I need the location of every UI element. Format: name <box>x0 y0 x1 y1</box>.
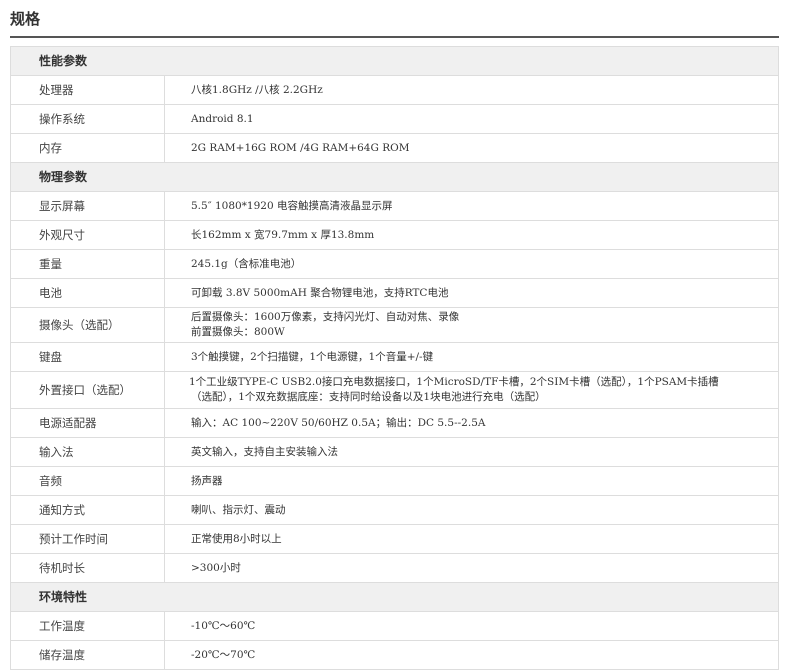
row-value: 245.1g（含标准电池） <box>164 249 779 279</box>
section-header-environment: 环境特性 <box>10 582 779 612</box>
table-row: 音频 扬声器 <box>10 466 779 496</box>
table-row: 外观尺寸 长162mm x 宽79.7mm x 厚13.8mm <box>10 220 779 250</box>
row-label: 输入法 <box>10 437 165 467</box>
row-label: 电池 <box>10 278 165 308</box>
row-value: 可卸载 3.8V 5000mAH 聚合物锂电池，支持RTC电池 <box>164 278 779 308</box>
row-label: 键盘 <box>10 342 165 372</box>
section-header-performance: 性能参数 <box>10 46 779 76</box>
table-row: 重量 245.1g（含标准电池） <box>10 249 779 279</box>
row-value: 长162mm x 宽79.7mm x 厚13.8mm <box>164 220 779 250</box>
section-heading: 物理参数 <box>10 162 779 192</box>
row-label: 显示屏幕 <box>10 191 165 221</box>
row-value-line: 后置摄像头：1600万像素，支持闪光灯、自动对焦、录像 <box>191 311 460 323</box>
table-row: 操作系统 Android 8.1 <box>10 104 779 134</box>
row-value: 正常使用8小时以上 <box>164 524 779 554</box>
table-row: 输入法 英文输入，支持自主安装输入法 <box>10 437 779 467</box>
row-value-line: 前置摄像头：800W <box>191 326 285 338</box>
row-value: 英文输入，支持自主安装输入法 <box>164 437 779 467</box>
row-label: 操作系统 <box>10 104 165 134</box>
row-value: Android 8.1 <box>164 104 779 134</box>
row-value: 输入：AC 100~220V 50/60HZ 0.5A；输出：DC 5.5--2… <box>164 408 779 438</box>
row-label: 处理器 <box>10 75 165 105</box>
title-divider <box>10 36 779 38</box>
row-value: -10℃～60℃ <box>164 611 779 641</box>
page-title: 规格 <box>10 10 41 28</box>
row-value: 扬声器 <box>164 466 779 496</box>
table-row: 电池 可卸载 3.8V 5000mAH 聚合物锂电池，支持RTC电池 <box>10 278 779 308</box>
row-label: 电源适配器 <box>10 408 165 438</box>
section-heading: 环境特性 <box>10 582 779 612</box>
row-value: >300小时 <box>164 553 779 583</box>
spec-table: 性能参数 处理器 八核1.8GHz /八核 2.2GHz 操作系统 Androi… <box>10 46 779 670</box>
section-heading: 性能参数 <box>10 46 779 76</box>
table-row: 工作温度 -10℃～60℃ <box>10 611 779 641</box>
spec-page: 规格 性能参数 处理器 八核1.8GHz /八核 2.2GHz 操作系统 And… <box>0 0 790 670</box>
row-label: 待机时长 <box>10 553 165 583</box>
table-row: 电源适配器 输入：AC 100~220V 50/60HZ 0.5A；输出：DC … <box>10 408 779 438</box>
row-label: 储存温度 <box>10 640 165 670</box>
row-value-line: 1个工业级TYPE-C USB2.0接口充电数据接口，1个MicroSD/TF卡… <box>189 376 719 388</box>
table-row: 待机时长 >300小时 <box>10 553 779 583</box>
row-value: 3个触摸键，2个扫描键，1个电源键，1个音量+/-键 <box>164 342 779 372</box>
table-row: 处理器 八核1.8GHz /八核 2.2GHz <box>10 75 779 105</box>
row-value: 八核1.8GHz /八核 2.2GHz <box>164 75 779 105</box>
table-row: 显示屏幕 5.5″ 1080*1920 电容触摸高清液晶显示屏 <box>10 191 779 221</box>
row-value: 2G RAM+16G ROM /4G RAM+64G ROM <box>164 133 779 163</box>
table-row: 内存 2G RAM+16G ROM /4G RAM+64G ROM <box>10 133 779 163</box>
row-label: 外观尺寸 <box>10 220 165 250</box>
row-label: 摄像头（选配） <box>10 307 165 343</box>
row-value: 5.5″ 1080*1920 电容触摸高清液晶显示屏 <box>164 191 779 221</box>
row-label: 预计工作时间 <box>10 524 165 554</box>
row-label: 重量 <box>10 249 165 279</box>
row-value: 喇叭、指示灯、震动 <box>164 495 779 525</box>
table-row: 预计工作时间 正常使用8小时以上 <box>10 524 779 554</box>
table-row: 摄像头（选配） 后置摄像头：1600万像素，支持闪光灯、自动对焦、录像 前置摄像… <box>10 307 779 343</box>
row-label: 外置接口（选配） <box>10 371 165 409</box>
row-value-multiline: 后置摄像头：1600万像素，支持闪光灯、自动对焦、录像 前置摄像头：800W <box>164 307 779 343</box>
table-row: 外置接口（选配） 1个工业级TYPE-C USB2.0接口充电数据接口，1个Mi… <box>10 371 779 409</box>
row-value-line: （选配），1个双充数据底座：支持同时给设备以及1块电池进行充电（选配） <box>191 391 546 403</box>
row-label: 音频 <box>10 466 165 496</box>
table-row: 通知方式 喇叭、指示灯、震动 <box>10 495 779 525</box>
section-header-physical: 物理参数 <box>10 162 779 192</box>
table-row: 键盘 3个触摸键，2个扫描键，1个电源键，1个音量+/-键 <box>10 342 779 372</box>
table-row: 储存温度 -20℃～70℃ <box>10 640 779 670</box>
row-label: 通知方式 <box>10 495 165 525</box>
row-label: 工作温度 <box>10 611 165 641</box>
row-label: 内存 <box>10 133 165 163</box>
row-value-multiline: 1个工业级TYPE-C USB2.0接口充电数据接口，1个MicroSD/TF卡… <box>164 371 779 409</box>
row-value: -20℃～70℃ <box>164 640 779 670</box>
